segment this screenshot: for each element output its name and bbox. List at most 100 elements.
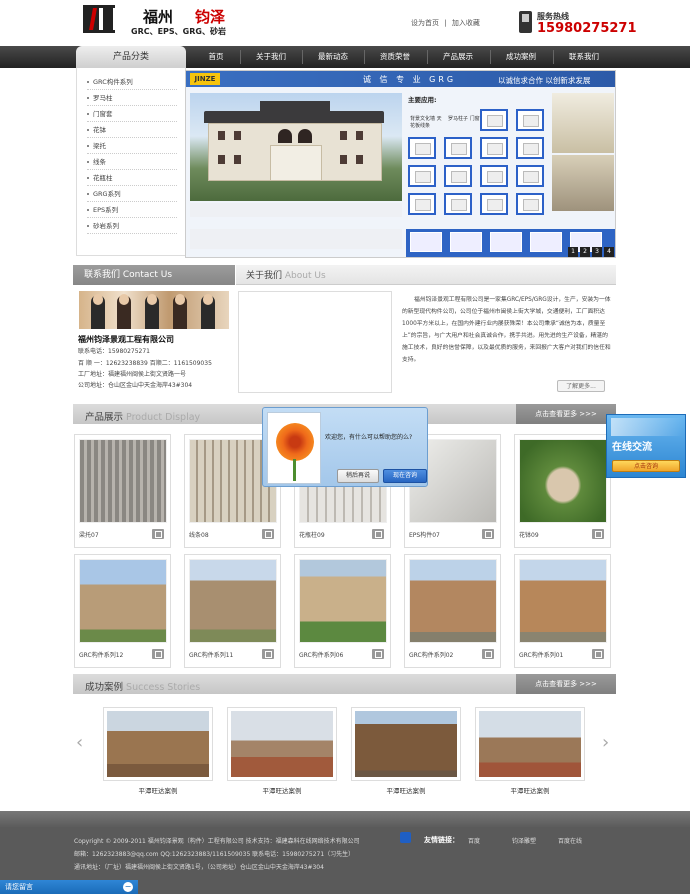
sidebar-item-roman-column[interactable]: 罗马柱 bbox=[87, 90, 177, 106]
sidebar-item-flower-pot[interactable]: 花钵 bbox=[87, 122, 177, 138]
cases-more-button[interactable]: 点击查看更多 >>> bbox=[516, 674, 616, 694]
link-separator: | bbox=[444, 19, 447, 27]
hero-banner[interactable]: JINZE 诚 信 专 业 GRG 以诚信求合作 以创新求发展 主要应用: 背景… bbox=[185, 70, 616, 258]
products-title-cn: 产品展示 bbox=[85, 412, 124, 423]
product-thumb bbox=[408, 165, 436, 187]
about-more-button[interactable]: 了解更多... bbox=[557, 380, 605, 392]
case-card[interactable] bbox=[227, 707, 337, 781]
about-text: 福州钧泽景观工程有限公司是一家集GRC/EPS/GRG设计，生产，安装为一体的新… bbox=[402, 297, 611, 363]
friend-link[interactable]: 钧泽雕塑 bbox=[512, 836, 536, 845]
chevron-right-icon[interactable]: › bbox=[602, 732, 609, 753]
contact-line: 工厂地址：福建福州闽侯上街文贤路一号 bbox=[78, 371, 187, 378]
copyright-line: Copyright © 2009-2011 福州钧泽景观（构件）工程有限公司 技… bbox=[74, 838, 360, 845]
contact-line: 公司地址：仓山区金山中天金海岸43#304 bbox=[78, 382, 193, 389]
zoom-icon[interactable] bbox=[482, 529, 494, 539]
chevron-left-icon[interactable]: ‹ bbox=[76, 732, 83, 753]
case-image bbox=[231, 711, 333, 777]
sidebar-item-label: EPS系列 bbox=[93, 206, 119, 214]
gerbera-icon bbox=[276, 423, 314, 461]
case-card[interactable] bbox=[475, 707, 585, 781]
nav-about[interactable]: 关于我们 bbox=[241, 46, 301, 68]
bullet-icon bbox=[87, 160, 89, 163]
product-image bbox=[519, 559, 607, 643]
about-title-cn: 关于我们 bbox=[246, 271, 283, 281]
product-card[interactable]: 梁托07 bbox=[74, 434, 171, 548]
chat-now-button[interactable]: 现在咨询 bbox=[383, 469, 427, 483]
zoom-icon[interactable] bbox=[152, 649, 164, 659]
sidebar-item-window-frame[interactable]: 门窗套 bbox=[87, 106, 177, 122]
case-card[interactable] bbox=[103, 707, 213, 781]
nav-contact[interactable]: 联系我们 bbox=[554, 46, 614, 68]
slide-page-2[interactable]: 2 bbox=[580, 247, 590, 257]
product-card[interactable]: 花钵09 bbox=[514, 434, 611, 548]
products-title-en: Product Display bbox=[126, 412, 201, 423]
product-caption: GRC构件系列06 bbox=[299, 652, 344, 659]
product-card[interactable]: GRC构件系列02 bbox=[404, 554, 501, 668]
interior-photo bbox=[552, 155, 614, 211]
sidebar-item-grg[interactable]: GRG系列 bbox=[87, 186, 177, 202]
zoom-icon[interactable] bbox=[592, 529, 604, 539]
zoom-icon[interactable] bbox=[262, 529, 274, 539]
sidebar-item-corbel[interactable]: 梁托 bbox=[87, 138, 177, 154]
bullet-icon bbox=[87, 208, 89, 211]
nav-cases[interactable]: 成功案例 bbox=[491, 46, 551, 68]
products-more-button[interactable]: 点击查看更多 >>> bbox=[516, 404, 616, 424]
product-image bbox=[189, 559, 277, 643]
zoom-icon[interactable] bbox=[592, 649, 604, 659]
nav-home[interactable]: 首页 bbox=[186, 46, 246, 68]
zoom-icon[interactable] bbox=[482, 649, 494, 659]
interior-photo bbox=[552, 93, 614, 153]
product-caption: 梁托07 bbox=[79, 532, 99, 539]
online-chat-widget[interactable]: 在线交流 点击咨询 bbox=[606, 414, 686, 478]
contact-header: 联系我们 Contact Us bbox=[73, 265, 235, 285]
add-favorite-link[interactable]: 加入收藏 bbox=[452, 19, 480, 27]
cases-title-en: Success Stories bbox=[126, 682, 201, 693]
case-card[interactable] bbox=[351, 707, 461, 781]
nav-honors[interactable]: 资质荣誉 bbox=[365, 46, 425, 68]
slide-page-3[interactable]: 3 bbox=[592, 247, 602, 257]
minimize-icon[interactable]: − bbox=[123, 882, 133, 892]
nav-products[interactable]: 产品展示 bbox=[428, 46, 488, 68]
product-thumb bbox=[408, 193, 436, 215]
zoom-icon[interactable] bbox=[372, 649, 384, 659]
sidebar-item-label: 花瓶柱 bbox=[93, 174, 113, 182]
product-card[interactable]: GRC构件系列06 bbox=[294, 554, 391, 668]
zoom-icon[interactable] bbox=[372, 529, 384, 539]
product-card[interactable]: GRC构件系列12 bbox=[74, 554, 171, 668]
paw-icon bbox=[400, 832, 411, 843]
product-thumb bbox=[516, 165, 544, 187]
set-homepage-link[interactable]: 设为首页 bbox=[411, 19, 439, 27]
chat-later-button[interactable]: 稍后再说 bbox=[337, 469, 379, 483]
friend-link[interactable]: 百度在线 bbox=[558, 836, 582, 845]
banner-slogan-right: 以诚信求合作 以创新求发展 bbox=[498, 76, 591, 85]
zoom-icon[interactable] bbox=[262, 649, 274, 659]
application-label: 背景文化墙 天花板线条 bbox=[410, 116, 442, 129]
product-card[interactable]: GRC构件系列01 bbox=[514, 554, 611, 668]
sidebar-item-baluster[interactable]: 花瓶柱 bbox=[87, 170, 177, 186]
product-thumb bbox=[480, 109, 508, 131]
sidebar-item-grc[interactable]: GRC构件系列 bbox=[87, 74, 177, 90]
consult-button[interactable]: 点击咨询 bbox=[612, 460, 680, 472]
case-caption: 平潭旺达案例 bbox=[262, 787, 302, 795]
product-card[interactable]: GRC构件系列11 bbox=[184, 554, 281, 668]
cases-title-cn: 成功案例 bbox=[85, 682, 124, 693]
category-title: 产品分类 bbox=[76, 46, 186, 68]
product-caption: GRC构件系列12 bbox=[79, 652, 124, 659]
case-image bbox=[355, 711, 457, 777]
product-thumb bbox=[444, 165, 472, 187]
slide-page-1[interactable]: 1 bbox=[568, 247, 578, 257]
contact-line: 百 顺 一：12623238839 百顺二：1161509035 bbox=[78, 360, 212, 367]
sidebar-item-moulding[interactable]: 线条 bbox=[87, 154, 177, 170]
sidebar-item-eps[interactable]: EPS系列 bbox=[87, 202, 177, 218]
slide-page-4[interactable]: 4 bbox=[604, 247, 614, 257]
category-sidebar: GRC构件系列 罗马柱 门窗套 花钵 梁托 线条 花瓶柱 GRG系列 EPS系列… bbox=[76, 68, 186, 256]
leave-message-bar[interactable]: 请您留言 bbox=[0, 880, 138, 894]
banner-logo: JINZE bbox=[190, 73, 220, 85]
sidebar-item-sandstone[interactable]: 砂岩系列 bbox=[87, 218, 177, 234]
logo-name-part2: 钧泽 bbox=[195, 8, 226, 26]
nav-news[interactable]: 最新动态 bbox=[303, 46, 363, 68]
product-thumb bbox=[516, 109, 544, 131]
friend-link[interactable]: 百度 bbox=[468, 836, 480, 845]
zoom-icon[interactable] bbox=[152, 529, 164, 539]
logo-icon[interactable] bbox=[83, 5, 117, 33]
